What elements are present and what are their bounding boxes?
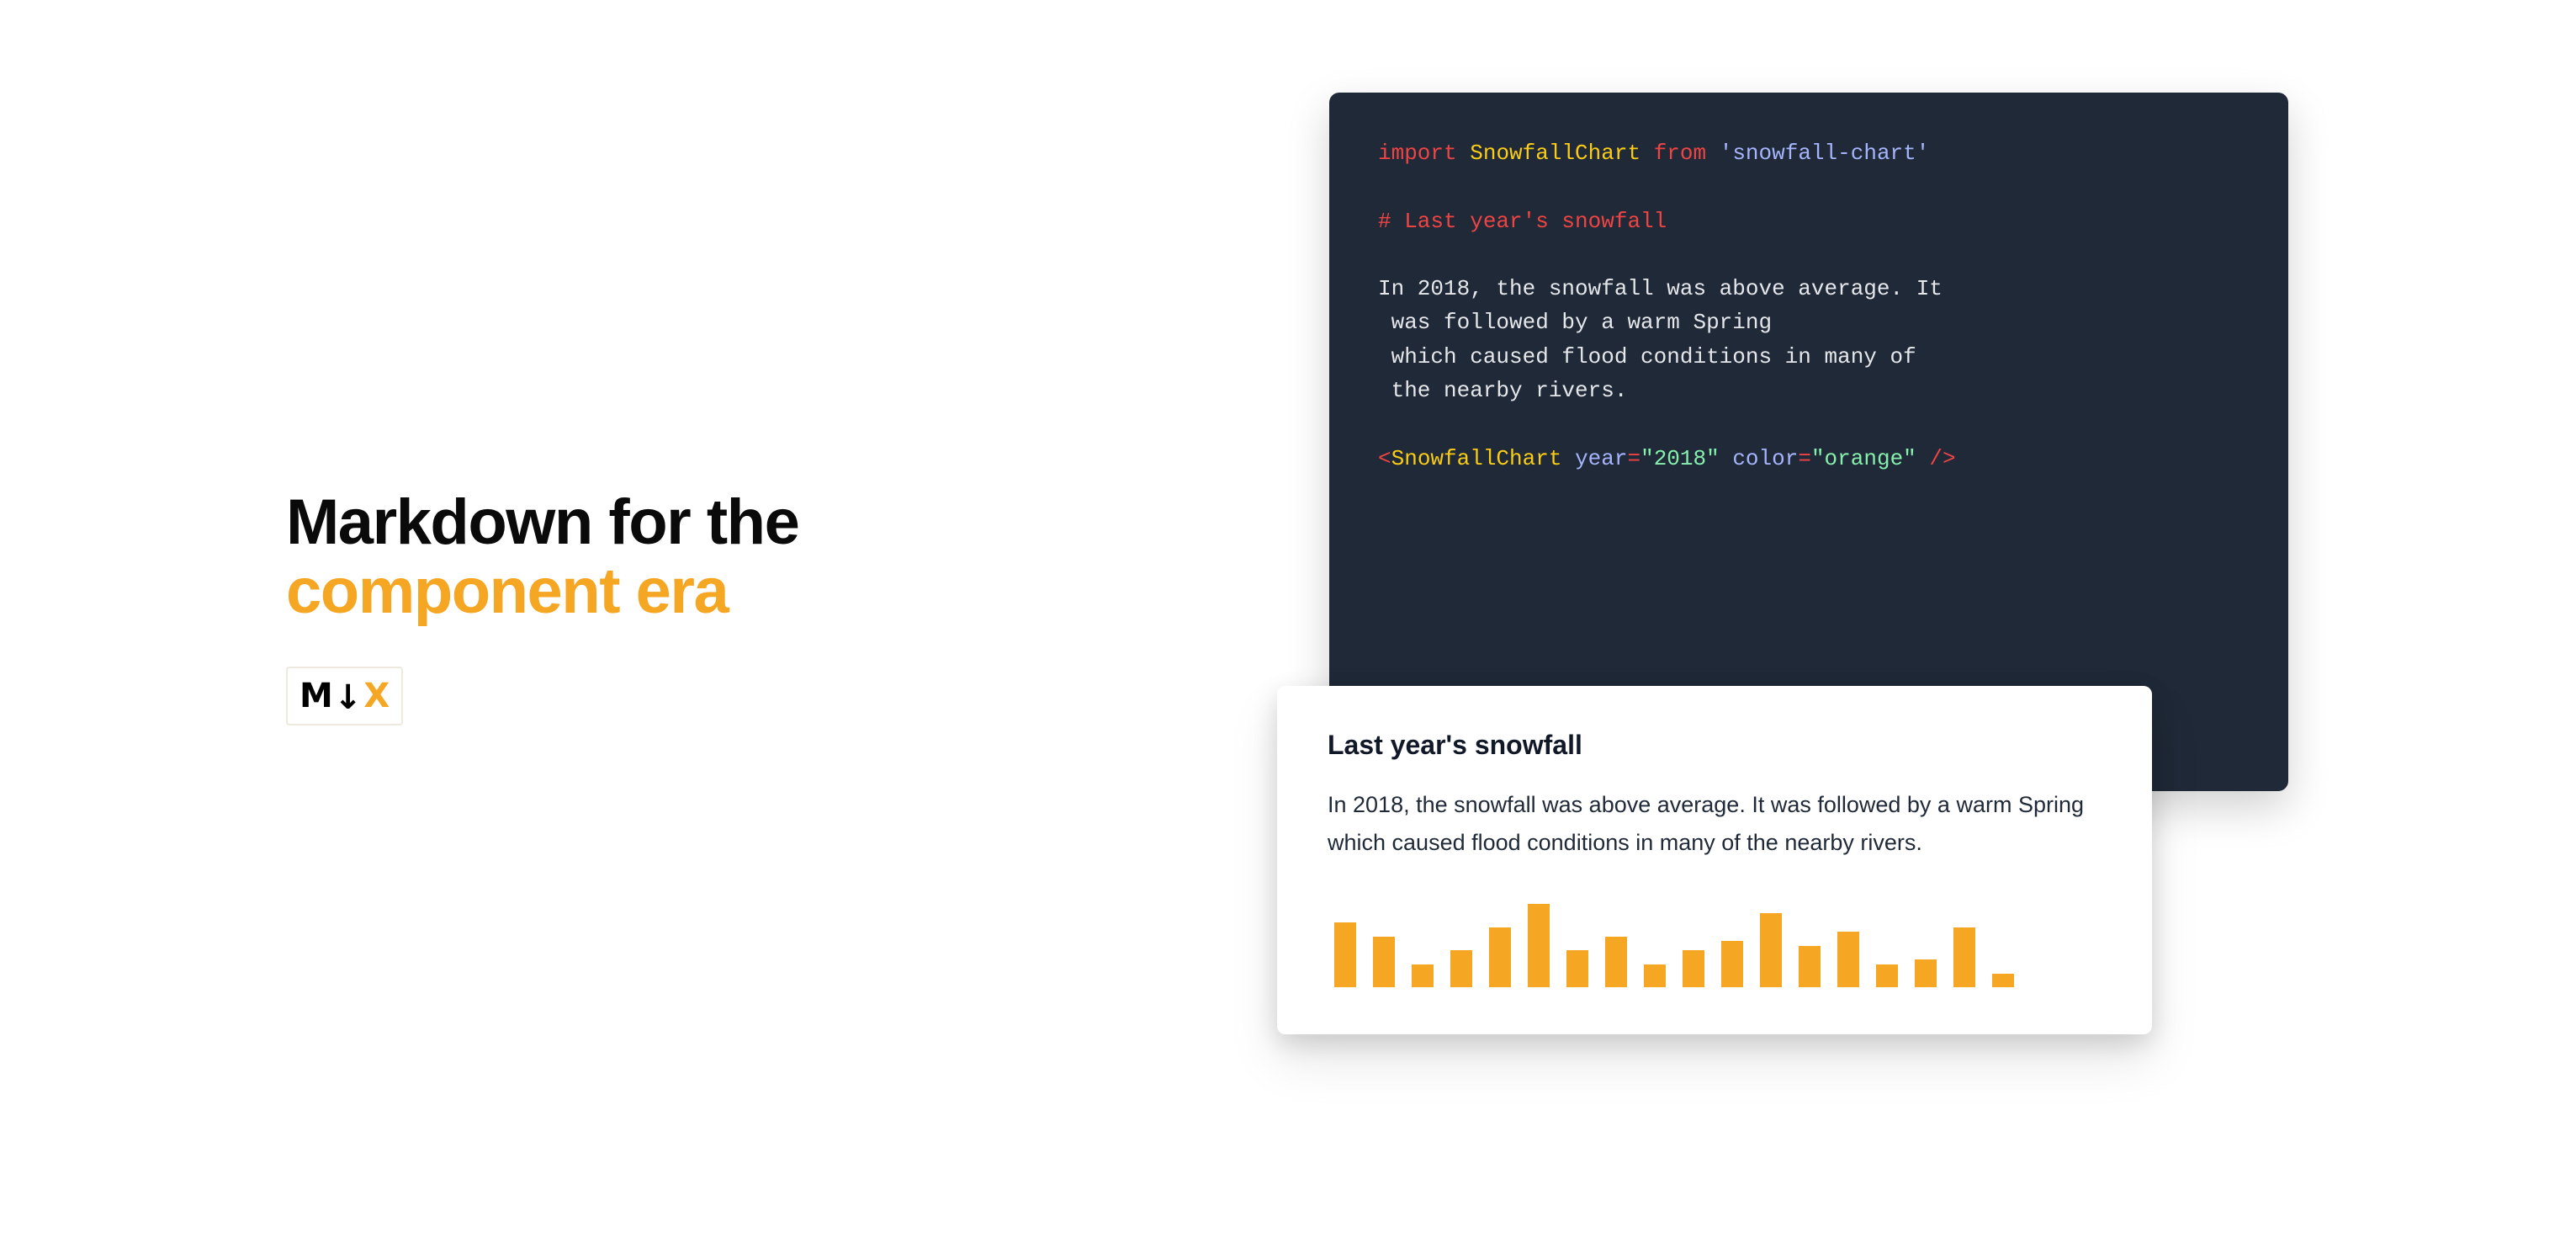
- chart-bar: [1876, 964, 1898, 988]
- chart-bar: [1334, 922, 1356, 987]
- chart-bar: [1412, 964, 1434, 988]
- tok-jsx-close: />: [1916, 446, 1956, 471]
- tok-body-l1: In 2018, the snowfall was above average.…: [1378, 276, 1943, 301]
- tok-body-l3: which caused flood conditions in many of: [1378, 344, 1916, 369]
- tok-from: from: [1654, 141, 1706, 166]
- mdx-arrow-glyph: ↓: [334, 678, 363, 717]
- tok-body-l4: the nearby rivers.: [1378, 378, 1627, 403]
- rendered-output-card: Last year's snowfall In 2018, the snowfa…: [1277, 686, 2152, 1034]
- tok-attr2-name: color: [1732, 446, 1798, 471]
- chart-bar: [1373, 937, 1395, 988]
- chart-bar: [1683, 950, 1704, 987]
- headline-line2: component era: [286, 555, 728, 627]
- chart-bar: [1837, 932, 1859, 987]
- tok-attr1-name: year: [1575, 446, 1627, 471]
- rendered-title: Last year's snowfall: [1328, 730, 2102, 761]
- headline-block: Markdown for the component era M ↓ X: [286, 488, 798, 725]
- code-content: import SnowfallChart from 'snowfall-char…: [1378, 136, 2239, 476]
- mdx-logo: M ↓ X: [286, 667, 403, 725]
- chart-bar: [1566, 950, 1588, 987]
- chart-bar: [1915, 959, 1937, 987]
- chart-bar: [1644, 964, 1666, 988]
- tok-ident: SnowfallChart: [1470, 141, 1640, 166]
- chart-bar: [1799, 946, 1821, 988]
- tok-jsx-tag: SnowfallChart: [1391, 446, 1562, 471]
- chart-bar: [1528, 904, 1550, 987]
- tok-jsx-open: <: [1378, 446, 1391, 471]
- rendered-body: In 2018, the snowfall was above average.…: [1328, 786, 2102, 861]
- tok-eq1: =: [1627, 446, 1640, 471]
- chart-bar: [1605, 937, 1627, 988]
- chart-bar: [1489, 927, 1511, 988]
- tok-attr2-val: "orange": [1811, 446, 1916, 471]
- chart-bar: [1450, 950, 1472, 987]
- tok-import: import: [1378, 141, 1457, 166]
- chart-bar: [1992, 974, 2014, 988]
- chart-bar: [1760, 913, 1782, 987]
- snowfall-chart: [1328, 895, 2102, 987]
- headline-line1: Markdown for the: [286, 486, 798, 558]
- tok-eq2: =: [1798, 446, 1811, 471]
- tok-body-l2: was followed by a warm Spring: [1378, 310, 1772, 335]
- tok-attr1-val: "2018": [1640, 446, 1720, 471]
- chart-bar: [1953, 927, 1975, 988]
- tok-package: 'snowfall-chart': [1720, 141, 1930, 166]
- mdx-m-glyph: M: [299, 677, 332, 715]
- tok-md-heading: # Last year's snowfall: [1378, 209, 1667, 234]
- mdx-x-glyph: X: [363, 677, 390, 715]
- headline: Markdown for the component era: [286, 488, 798, 626]
- chart-bar: [1721, 941, 1743, 987]
